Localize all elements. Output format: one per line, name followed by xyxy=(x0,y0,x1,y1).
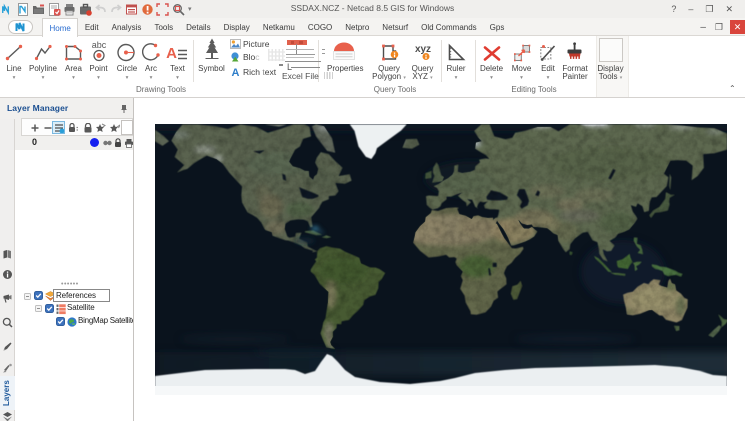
svg-text:A: A xyxy=(166,45,177,62)
svg-text:abc: abc xyxy=(91,41,106,50)
svg-text:xyz: xyz xyxy=(414,44,430,55)
svg-text:A: A xyxy=(232,67,240,77)
